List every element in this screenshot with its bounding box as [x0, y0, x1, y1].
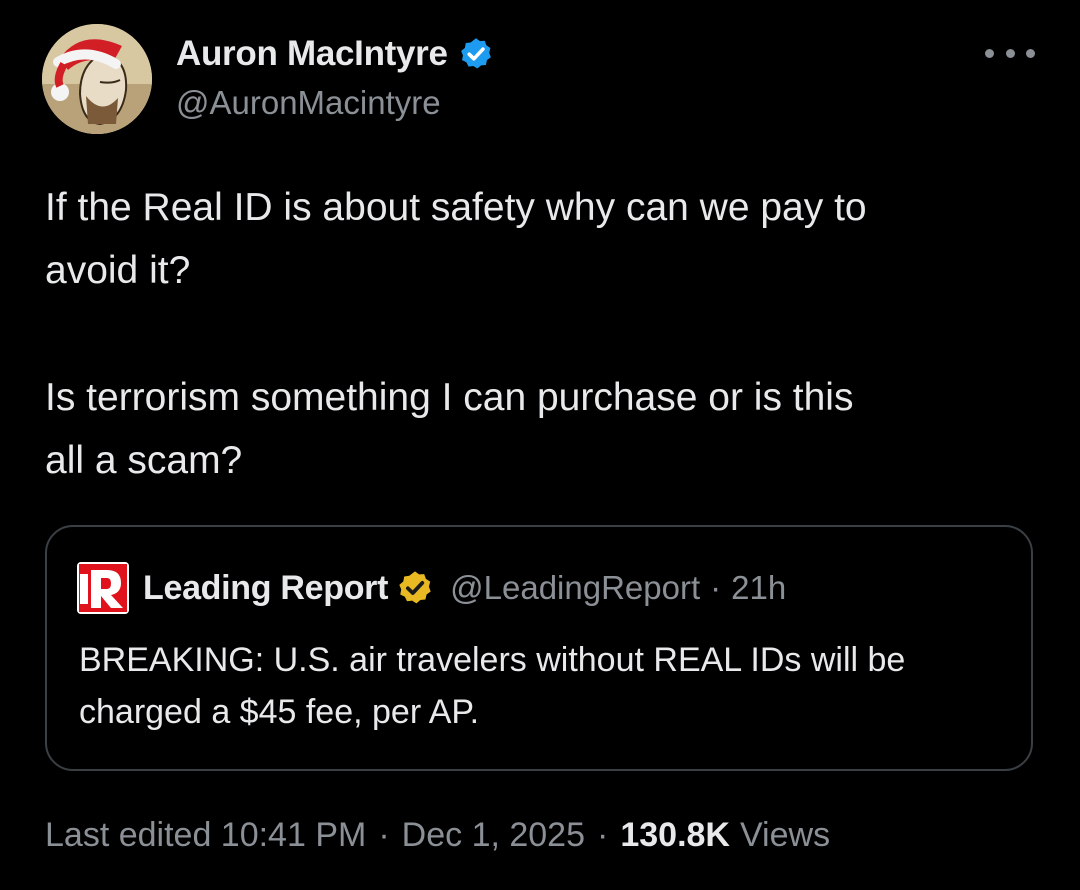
quoted-tweet-header: Leading Report @LeadingReport · 21h: [77, 562, 786, 614]
quoted-author-display-name[interactable]: Leading Report: [143, 569, 388, 608]
author-name-row: Auron MacIntyre: [176, 30, 494, 78]
tweet-meta: Last edited 10:41 PM · Dec 1, 2025 · 130…: [45, 816, 830, 855]
separator-dot: ·: [378, 816, 390, 854]
gold-verified-badge-icon[interactable]: [396, 569, 434, 607]
tweet-text: If the Real ID is about safety why can w…: [45, 176, 1045, 492]
more-options-button[interactable]: [985, 38, 1035, 68]
author-display-name[interactable]: Auron MacIntyre: [176, 34, 448, 74]
blue-verified-badge-icon[interactable]: [458, 36, 494, 72]
separator-dot: ·: [597, 816, 609, 854]
quoted-tweet-text: BREAKING: U.S. air travelers without REA…: [79, 641, 906, 731]
avatar-santa-hat-portrait: [42, 24, 152, 134]
author-handle[interactable]: @AuronMacintyre: [176, 84, 441, 122]
separator-dot: ·: [710, 569, 722, 606]
views-count[interactable]: 130.8K: [620, 816, 730, 855]
last-edited-label[interactable]: Last edited 10:41 PM: [45, 816, 366, 855]
more-horizontal-icon: [1026, 48, 1035, 58]
quoted-tweet-card[interactable]: Leading Report @LeadingReport · 21h BREA…: [45, 525, 1033, 771]
more-horizontal-icon: [1005, 48, 1015, 58]
quoted-author-handle[interactable]: @LeadingReport: [450, 569, 700, 607]
tweet-date[interactable]: Dec 1, 2025: [402, 816, 585, 855]
tweet-paragraph: Is terrorism something I can purchase or…: [45, 376, 854, 482]
tweet-paragraph: If the Real ID is about safety why can w…: [45, 186, 867, 292]
tweet: Auron MacIntyre @AuronMacintyre If the R…: [0, 0, 1080, 890]
quoted-tweet-timestamp[interactable]: 21h: [731, 569, 786, 607]
leading-report-logo[interactable]: [77, 562, 129, 614]
avatar[interactable]: [42, 24, 152, 134]
more-horizontal-icon: [985, 48, 994, 58]
views-label: Views: [739, 816, 831, 854]
